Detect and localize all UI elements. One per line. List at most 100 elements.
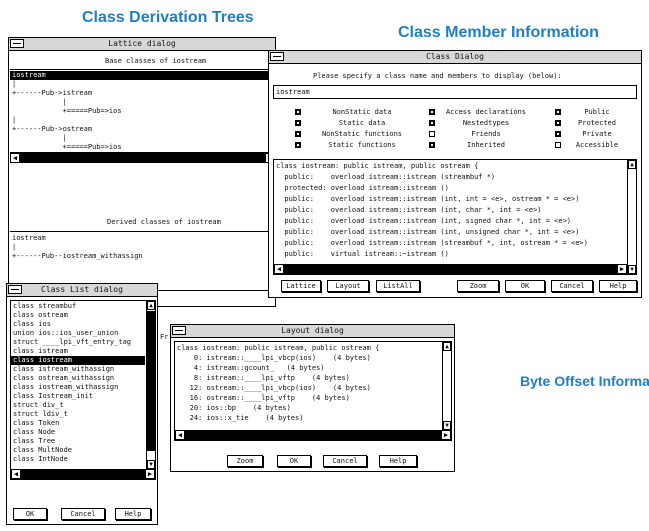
list-item[interactable]: struct ____lpi_vft_entry_tag [13, 338, 131, 347]
option-checkbox[interactable] [555, 109, 561, 115]
member-line: public: overload istream::istream (int, … [276, 217, 572, 225]
scroll-left-icon[interactable]: ◀ [274, 264, 284, 274]
system-menu-icon[interactable] [10, 39, 24, 48]
help-button[interactable]: Help [599, 280, 637, 292]
base-tree-hscrollbar[interactable]: ◀ ▶ [10, 153, 275, 163]
option-checkbox[interactable] [295, 120, 301, 126]
base-classes-tree[interactable]: iostream | +------Pub->istream | +=====Pub… [10, 69, 275, 153]
list-item[interactable]: struct ldiv_t [13, 410, 68, 419]
option-checkbox[interactable] [429, 131, 435, 137]
option-checkbox[interactable] [429, 120, 435, 126]
list-item[interactable]: class MultNode [13, 446, 72, 455]
scroll-left-icon[interactable]: ◀ [11, 469, 21, 479]
lattice-dialog-titlebar[interactable]: Lattice dialog [9, 38, 275, 51]
option-checkbox[interactable] [429, 142, 435, 148]
list-item[interactable]: struct div_t [13, 401, 64, 410]
tree-line: | [12, 116, 17, 124]
list-item[interactable]: class ios [13, 320, 51, 329]
scroll-thumb[interactable] [147, 311, 155, 451]
layout-line: 4: istream::gcount_ (4 bytes) [177, 364, 325, 372]
list-item[interactable]: class Tree [13, 437, 55, 446]
system-menu-icon[interactable] [8, 285, 22, 294]
class-name-input[interactable]: iostream [273, 85, 637, 99]
tree-line: +------Pub->ostream [12, 125, 93, 133]
scroll-right-icon[interactable]: ▶ [617, 264, 627, 274]
layout-cancel-button[interactable]: Cancel [323, 455, 367, 467]
tree-line: +------Pub->istream [12, 89, 93, 97]
member-line: public: overload istream::istream (int, … [276, 195, 580, 203]
option-checkbox[interactable] [429, 109, 435, 115]
layout-listing-vscrollbar[interactable]: ▲ ▼ [442, 342, 451, 430]
list-item[interactable]: class iostream_withassign [13, 383, 118, 392]
list-item[interactable]: class Token [13, 419, 59, 428]
scroll-down-icon[interactable]: ▼ [147, 460, 155, 469]
class-list-dialog-titlebar[interactable]: Class List dialog [7, 284, 157, 297]
cancel-button[interactable]: Cancel [551, 280, 593, 292]
list-item[interactable]: class iostream [11, 356, 145, 365]
partial-label: Fr [160, 333, 169, 341]
class-list-cancel-button[interactable]: Cancel [61, 508, 105, 520]
caption-class-member-information: Class Member Information [398, 24, 599, 41]
layout-line: class iostream: public istream, public o… [177, 344, 380, 352]
option-label: Inherited [467, 141, 505, 149]
list-item[interactable]: class Iostream_init [13, 392, 93, 401]
layout-dialog-titlebar[interactable]: Layout dialog [171, 325, 454, 338]
ok-button[interactable]: OK [505, 280, 545, 292]
member-listing-vscrollbar[interactable]: ▲ ▼ [627, 160, 636, 274]
class-dialog: Class Dialog Please specify a class name… [268, 50, 642, 298]
layout-button[interactable]: Layout [327, 280, 369, 292]
list-item[interactable]: class streambuf [13, 302, 76, 311]
scroll-left-icon[interactable]: ◀ [175, 430, 185, 440]
option-checkbox[interactable] [555, 131, 561, 137]
member-listing[interactable]: class iostream: public istream, public o… [273, 159, 637, 275]
system-menu-icon[interactable] [172, 326, 186, 335]
scroll-up-icon[interactable]: ▲ [628, 160, 636, 169]
class-list-vscrollbar[interactable]: ▲ ▼ [146, 301, 155, 469]
tree-line: +=====Pub=>ios [12, 143, 122, 151]
zoom-button[interactable]: Zoom [457, 280, 499, 292]
layout-zoom-button[interactable]: Zoom [227, 455, 263, 467]
option-label: Private [582, 130, 612, 138]
scroll-right-icon[interactable]: ▶ [441, 430, 451, 440]
class-dialog-title: Class Dialog [426, 52, 484, 61]
layout-line: 24: ios::x_tie (4 bytes) [177, 414, 304, 422]
list-item[interactable]: union ios::ios_user_union [13, 329, 118, 338]
scroll-left-icon[interactable]: ◀ [10, 153, 20, 163]
scroll-down-icon[interactable]: ▼ [628, 265, 636, 274]
option-checkbox[interactable] [555, 120, 561, 126]
tree-line: | [12, 243, 17, 251]
layout-listing[interactable]: class iostream: public istream, public o… [174, 341, 452, 441]
list-item[interactable]: class istream_withassign [13, 365, 114, 374]
layout-help-button[interactable]: Help [379, 455, 417, 467]
listall-button[interactable]: ListAll [376, 280, 420, 292]
class-list-help-button[interactable]: Help [115, 508, 151, 520]
class-dialog-titlebar[interactable]: Class Dialog [269, 51, 641, 64]
member-listing-hscrollbar[interactable]: ◀ ▶ [274, 264, 627, 274]
member-line: public: overload istream::istream (strea… [276, 239, 588, 247]
option-checkbox[interactable] [295, 109, 301, 115]
derived-classes-tree[interactable]: iostream | +------Pub--iostream_withassign [10, 231, 275, 291]
layout-line: 12: ostream::____lpi_vbcp(ios) (4 bytes) [177, 384, 371, 392]
option-checkbox[interactable] [555, 142, 561, 148]
option-checkbox[interactable] [295, 142, 301, 148]
list-item[interactable]: class Node [13, 428, 55, 437]
scroll-right-icon[interactable]: ▶ [145, 469, 155, 479]
scroll-down-icon[interactable]: ▼ [443, 421, 451, 430]
class-list[interactable]: class streambuf class ostream class ios uni… [10, 300, 156, 480]
lattice-button[interactable]: Lattice [281, 280, 321, 292]
scroll-up-icon[interactable]: ▲ [443, 342, 451, 351]
system-menu-icon[interactable] [270, 52, 284, 61]
list-item[interactable]: class IntNode [13, 455, 68, 464]
layout-dialog: Layout dialog class iostream: public ist… [170, 324, 455, 472]
class-list-ok-button[interactable]: OK [13, 508, 47, 520]
scroll-up-icon[interactable]: ▲ [147, 301, 155, 310]
class-list-hscrollbar[interactable]: ◀ ▶ [11, 469, 155, 479]
option-label: Protected [578, 119, 616, 127]
layout-ok-button[interactable]: OK [277, 455, 311, 467]
layout-listing-hscrollbar[interactable]: ◀ ▶ [175, 430, 451, 440]
list-item[interactable]: class ostream_withassign [13, 374, 114, 383]
list-item[interactable]: class istream [13, 347, 68, 356]
option-checkbox[interactable] [295, 131, 301, 137]
caption-class-derivation-trees: Class Derivation Trees [82, 9, 254, 26]
list-item[interactable]: class ostream [13, 311, 68, 320]
